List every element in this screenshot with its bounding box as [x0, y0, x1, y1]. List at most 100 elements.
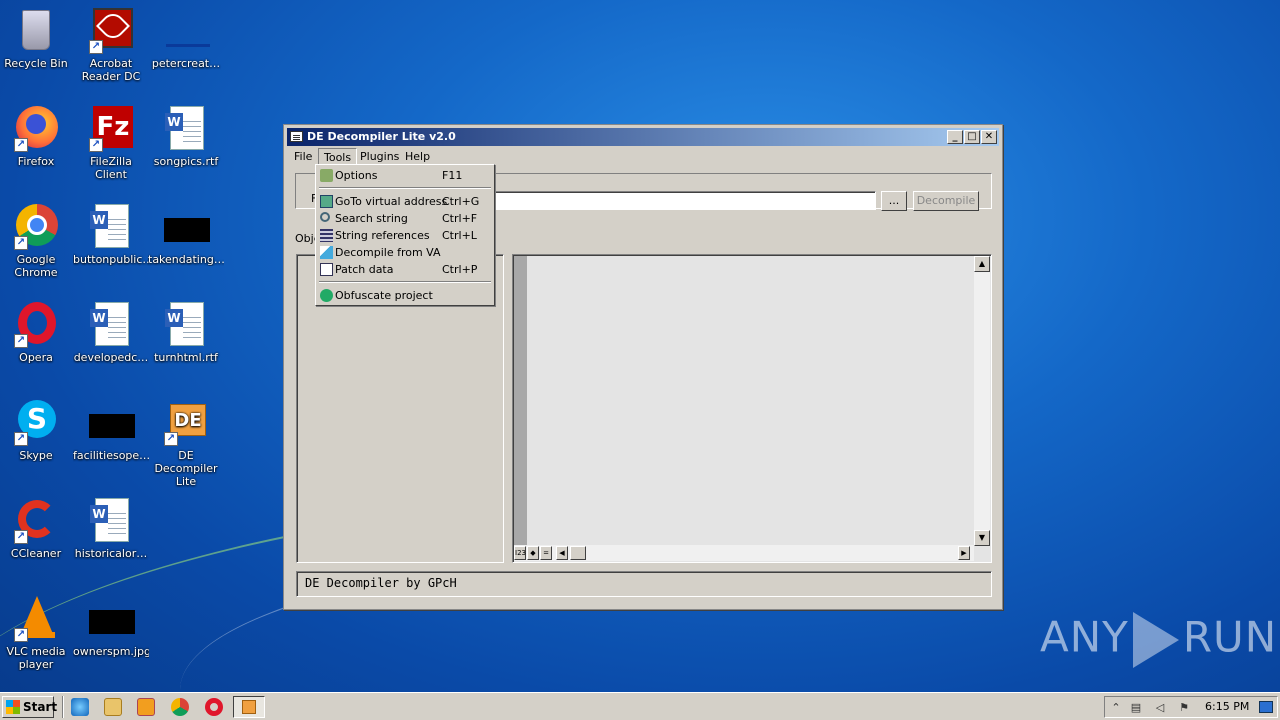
icon-label: Recycle Bin	[4, 57, 68, 70]
maximize-button[interactable]: □	[964, 130, 980, 144]
watermark-left-text: ANY	[1040, 612, 1129, 662]
desktop-icon-facilitiesope[interactable]: facilitiesope…	[73, 398, 149, 462]
minimize-button[interactable]: _	[947, 130, 963, 144]
vlc-icon: ↗	[12, 594, 60, 642]
desktop-icon-takendating[interactable]: takendating…	[148, 202, 224, 266]
scroll-right-button[interactable]: ▶	[958, 546, 970, 560]
shortcut-arrow-icon: ↗	[89, 40, 103, 54]
icon-label: Skype	[19, 449, 53, 462]
hex-mode-icon[interactable]: I23	[514, 546, 526, 560]
desktop-icon-ownerspm[interactable]: ownerspm.jpg	[73, 594, 149, 658]
media-player-icon[interactable]	[137, 698, 155, 716]
menu-item-label: GoTo virtual address	[335, 195, 448, 208]
shortcut-arrow-icon: ↗	[164, 432, 178, 446]
clock[interactable]: 6:15 PM	[1205, 697, 1249, 717]
word-doc-icon: W	[162, 104, 210, 152]
firefox-icon: ↗	[12, 104, 60, 152]
vertical-scrollbar[interactable]: ▲ ▼	[974, 256, 990, 546]
desktop-icon-de-decompiler[interactable]: DE ↗ DE Decompiler Lite	[148, 398, 224, 488]
scroll-up-button[interactable]: ▲	[974, 256, 990, 272]
icon-label: CCleaner	[10, 547, 62, 560]
menu-item-shortcut: F11	[442, 169, 463, 182]
network-icon[interactable]: ▤	[1129, 701, 1143, 715]
close-button[interactable]: ✕	[981, 130, 997, 144]
collapse-icon[interactable]: =	[540, 546, 552, 560]
start-button[interactable]: Start	[2, 696, 57, 718]
explorer-icon[interactable]	[104, 698, 122, 716]
menu-item-options[interactable]: Options F11	[318, 167, 492, 184]
menu-item-shortcut: Ctrl+L	[442, 229, 477, 242]
menu-item-search-string[interactable]: Search string Ctrl+F	[318, 210, 492, 227]
desktop-icon-filezilla[interactable]: Fz ↗ FileZilla Client	[73, 104, 149, 181]
menu-item-goto-virtual-address[interactable]: GoTo virtual address Ctrl+G	[318, 193, 492, 210]
taskbar: Start ⌃ ▤ ◁ ⚑ 6:15 PM	[0, 692, 1280, 720]
menu-item-string-references[interactable]: String references Ctrl+L	[318, 227, 492, 244]
icon-label: DE Decompiler Lite	[154, 449, 218, 488]
tray-expand-icon[interactable]: ⌃	[1109, 701, 1123, 715]
show-desktop-icon[interactable]	[1259, 701, 1273, 713]
file-icon	[162, 6, 210, 54]
desktop-icon-developedc[interactable]: W developedc…	[73, 300, 149, 364]
icon-label: turnhtml.rtf	[154, 351, 218, 364]
action-center-flag-icon[interactable]: ⚑	[1177, 701, 1191, 715]
chrome-taskbar-icon[interactable]	[171, 698, 189, 716]
code-view-panel[interactable]: ▲ ▼ I23 ◆ = ◀ ▶	[512, 254, 992, 563]
shortcut-arrow-icon: ↗	[14, 628, 28, 642]
icon-label: facilitiesope…	[73, 449, 149, 462]
word-doc-icon: W	[162, 300, 210, 348]
shortcut-arrow-icon: ↗	[14, 236, 28, 250]
icon-label: Acrobat Reader DC	[81, 57, 141, 83]
browse-button[interactable]: ...	[881, 191, 907, 211]
icon-label: VLC media player	[6, 645, 66, 671]
desktop-icon-recycle-bin[interactable]: Recycle Bin	[0, 6, 74, 70]
chrome-icon: ↗	[12, 202, 60, 250]
shortcut-arrow-icon: ↗	[14, 334, 28, 348]
desktop-icon-historicalor[interactable]: W historicalor…	[73, 496, 149, 560]
desktop-icon-acrobat[interactable]: ↗ Acrobat Reader DC	[73, 6, 149, 83]
menu-item-label: Options	[335, 169, 378, 182]
desktop-icon-firefox[interactable]: ↗ Firefox	[0, 104, 74, 168]
desktop-icon-skype[interactable]: S ↗ Skype	[0, 398, 74, 462]
file-path-input[interactable]	[492, 191, 876, 210]
skype-icon: S ↗	[12, 398, 60, 446]
goto-icon[interactable]: ◆	[527, 546, 539, 560]
desktop-icon-chrome[interactable]: ↗ Google Chrome	[0, 202, 74, 279]
desktop-icon-songpics[interactable]: W songpics.rtf	[148, 104, 224, 168]
icon-label: petercreat…	[151, 57, 221, 70]
shortcut-arrow-icon: ↗	[14, 530, 28, 544]
de-decompiler-icon	[242, 700, 256, 714]
desktop-icon-opera[interactable]: ↗ Opera	[0, 300, 74, 364]
window-titlebar[interactable]: DE Decompiler Lite v2.0 _ □ ✕	[287, 128, 999, 146]
desktop-icon-vlc[interactable]: ↗ VLC media player	[0, 594, 74, 671]
scroll-thumb[interactable]	[570, 546, 586, 560]
scroll-left-button[interactable]: ◀	[556, 546, 568, 560]
options-icon	[320, 169, 333, 182]
desktop-icon-ccleaner[interactable]: ↗ CCleaner	[0, 496, 74, 560]
menu-item-obfuscate-project[interactable]: Obfuscate project	[318, 287, 492, 304]
ie-icon[interactable]	[71, 698, 89, 716]
window-title: DE Decompiler Lite v2.0	[307, 130, 456, 143]
menu-item-label: String references	[335, 229, 430, 242]
taskbar-de-decompiler-button[interactable]	[233, 696, 265, 718]
menu-file[interactable]: File	[289, 148, 317, 166]
opera-taskbar-icon[interactable]	[205, 698, 223, 716]
decompile-button[interactable]: Decompile	[913, 191, 979, 211]
desktop-icon-petercreat[interactable]: petercreat…	[148, 6, 224, 70]
volume-icon[interactable]: ◁	[1153, 701, 1167, 715]
horizontal-scrollbar[interactable]: I23 ◆ = ◀ ▶	[514, 545, 974, 561]
menu-item-decompile-from-va[interactable]: Decompile from VA	[318, 244, 492, 261]
system-tray: ⌃ ▤ ◁ ⚑ 6:15 PM	[1104, 696, 1278, 718]
decompile-icon	[320, 246, 333, 259]
scroll-down-button[interactable]: ▼	[974, 530, 990, 546]
desktop-icon-turnhtml[interactable]: W turnhtml.rtf	[148, 300, 224, 364]
ccleaner-icon: ↗	[12, 496, 60, 544]
menu-item-label: Patch data	[335, 263, 394, 276]
word-doc-icon: W	[87, 300, 135, 348]
desktop-icon-buttonpublic[interactable]: W buttonpublic…	[73, 202, 149, 266]
menu-item-patch-data[interactable]: Patch data Ctrl+P	[318, 261, 492, 278]
menu-separator	[319, 281, 491, 283]
shortcut-arrow-icon: ↗	[14, 432, 28, 446]
patch-icon	[320, 263, 333, 276]
filezilla-icon: Fz ↗	[87, 104, 135, 152]
word-doc-icon: W	[87, 496, 135, 544]
